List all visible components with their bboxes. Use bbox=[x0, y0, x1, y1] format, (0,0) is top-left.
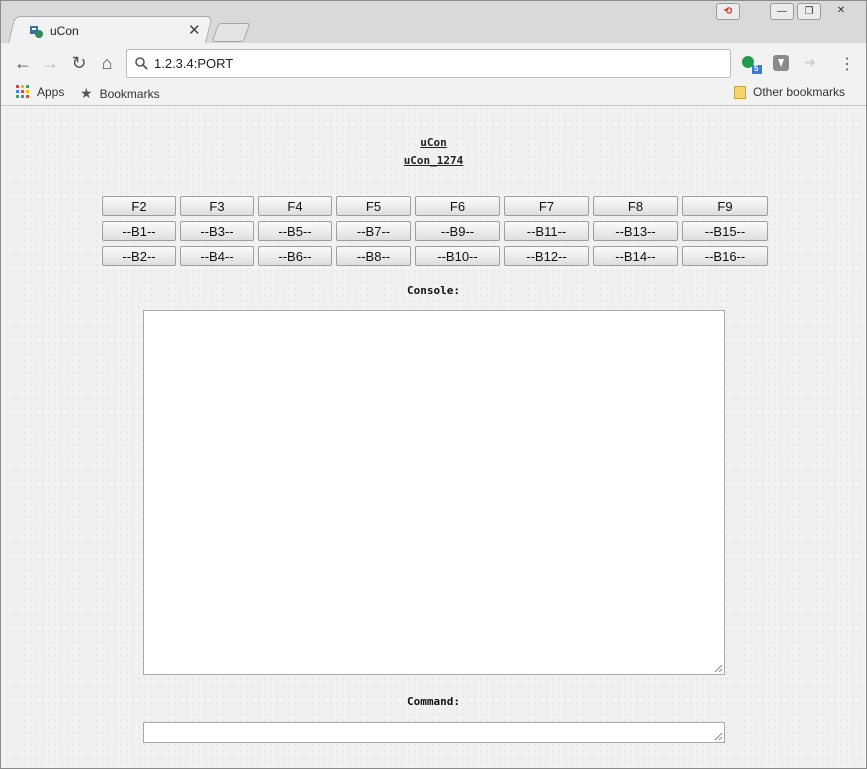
star-icon: ★ bbox=[80, 85, 93, 101]
title-bar: uCon ✕ ⟲ — ❐ ✕ bbox=[1, 1, 866, 46]
f6-button[interactable]: F6 bbox=[415, 196, 500, 216]
f2-button[interactable]: F2 bbox=[102, 196, 176, 216]
resize-grip-icon[interactable] bbox=[714, 664, 723, 673]
command-resize-grip-icon[interactable] bbox=[714, 732, 723, 741]
b8-button[interactable]: --B8-- bbox=[336, 246, 411, 266]
f5-button[interactable]: F5 bbox=[336, 196, 411, 216]
ucon-favicon-icon bbox=[30, 26, 43, 38]
page-subtitle-link[interactable]: uCon_1274 bbox=[4, 154, 863, 167]
maximize-button[interactable]: ❐ bbox=[797, 3, 821, 20]
tab-title: uCon bbox=[50, 24, 79, 38]
bookmarks-label: Bookmarks bbox=[99, 86, 160, 101]
command-input[interactable] bbox=[143, 722, 725, 743]
tab-close-icon[interactable]: ✕ bbox=[188, 21, 201, 39]
tab-ucon[interactable]: uCon ✕ bbox=[23, 17, 213, 43]
address-text: 1.2.3.4:PORT bbox=[154, 56, 234, 71]
b13-button[interactable]: --B13-- bbox=[593, 221, 678, 241]
apps-grid-icon bbox=[16, 85, 29, 98]
bookmarks-shortcut[interactable]: ★ Bookmarks bbox=[80, 85, 160, 102]
f4-button[interactable]: F4 bbox=[258, 196, 332, 216]
console-label: Console: bbox=[407, 284, 460, 297]
other-bookmarks-label: Other bookmarks bbox=[753, 85, 846, 99]
bookmarks-bar: Apps ★ Bookmarks Other bookmarks bbox=[1, 81, 866, 106]
toolbar: ← → ↻ ⌂ 1.2.3.4:PORT 5 ➜ ⋮ bbox=[1, 43, 866, 81]
b14-button[interactable]: --B14-- bbox=[593, 246, 678, 266]
extension-gray-icon[interactable] bbox=[772, 54, 790, 72]
minimize-button[interactable]: — bbox=[770, 3, 794, 20]
new-tab-button[interactable] bbox=[211, 23, 251, 42]
apps-shortcut[interactable]: Apps bbox=[16, 85, 64, 99]
b3-button[interactable]: --B3-- bbox=[180, 221, 254, 241]
f3-button[interactable]: F3 bbox=[180, 196, 254, 216]
extension-green-icon[interactable]: 5 bbox=[741, 54, 762, 74]
page-content: uCon uCon_1274 F2 F3 F4 F5 F6 F7 F8 F9 -… bbox=[4, 106, 863, 766]
f8-button[interactable]: F8 bbox=[593, 196, 678, 216]
reload-icon[interactable]: ↻ bbox=[68, 53, 90, 73]
browser-window: uCon ✕ ⟲ — ❐ ✕ ← → ↻ ⌂ 1.2.3.4:PORT 5 ➜ … bbox=[0, 0, 867, 769]
b7-button[interactable]: --B7-- bbox=[336, 221, 411, 241]
f7-button[interactable]: F7 bbox=[504, 196, 589, 216]
search-icon bbox=[135, 57, 148, 70]
b15-button[interactable]: --B15-- bbox=[682, 221, 768, 241]
user-profile-icon[interactable]: ⟲ bbox=[716, 3, 740, 20]
console-textarea[interactable] bbox=[143, 310, 725, 675]
address-bar[interactable]: 1.2.3.4:PORT bbox=[126, 49, 731, 78]
f9-button[interactable]: F9 bbox=[682, 196, 768, 216]
b4-button[interactable]: --B4-- bbox=[180, 246, 254, 266]
back-arrow-icon[interactable]: ← bbox=[12, 53, 34, 73]
menu-dots-icon[interactable]: ⋮ bbox=[839, 54, 857, 73]
command-label: Command: bbox=[407, 695, 460, 708]
forward-arrow-icon[interactable]: → bbox=[39, 53, 61, 73]
apps-label: Apps bbox=[37, 85, 65, 99]
folder-icon bbox=[734, 85, 746, 99]
b11-button[interactable]: --B11-- bbox=[504, 221, 589, 241]
other-bookmarks[interactable]: Other bookmarks bbox=[734, 85, 845, 99]
b1-button[interactable]: --B1-- bbox=[102, 221, 176, 241]
close-window-button[interactable]: ✕ bbox=[824, 3, 858, 18]
page-title-link[interactable]: uCon bbox=[4, 136, 863, 149]
b5-button[interactable]: --B5-- bbox=[258, 221, 332, 241]
home-icon[interactable]: ⌂ bbox=[96, 53, 118, 73]
b9-button[interactable]: --B9-- bbox=[415, 221, 500, 241]
b2-button[interactable]: --B2-- bbox=[102, 246, 176, 266]
b10-button[interactable]: --B10-- bbox=[415, 246, 500, 266]
b6-button[interactable]: --B6-- bbox=[258, 246, 332, 266]
b16-button[interactable]: --B16-- bbox=[682, 246, 768, 266]
b12-button[interactable]: --B12-- bbox=[504, 246, 589, 266]
extension-disabled-icon[interactable]: ➜ bbox=[804, 54, 822, 72]
extension-badge: 5 bbox=[754, 64, 759, 73]
